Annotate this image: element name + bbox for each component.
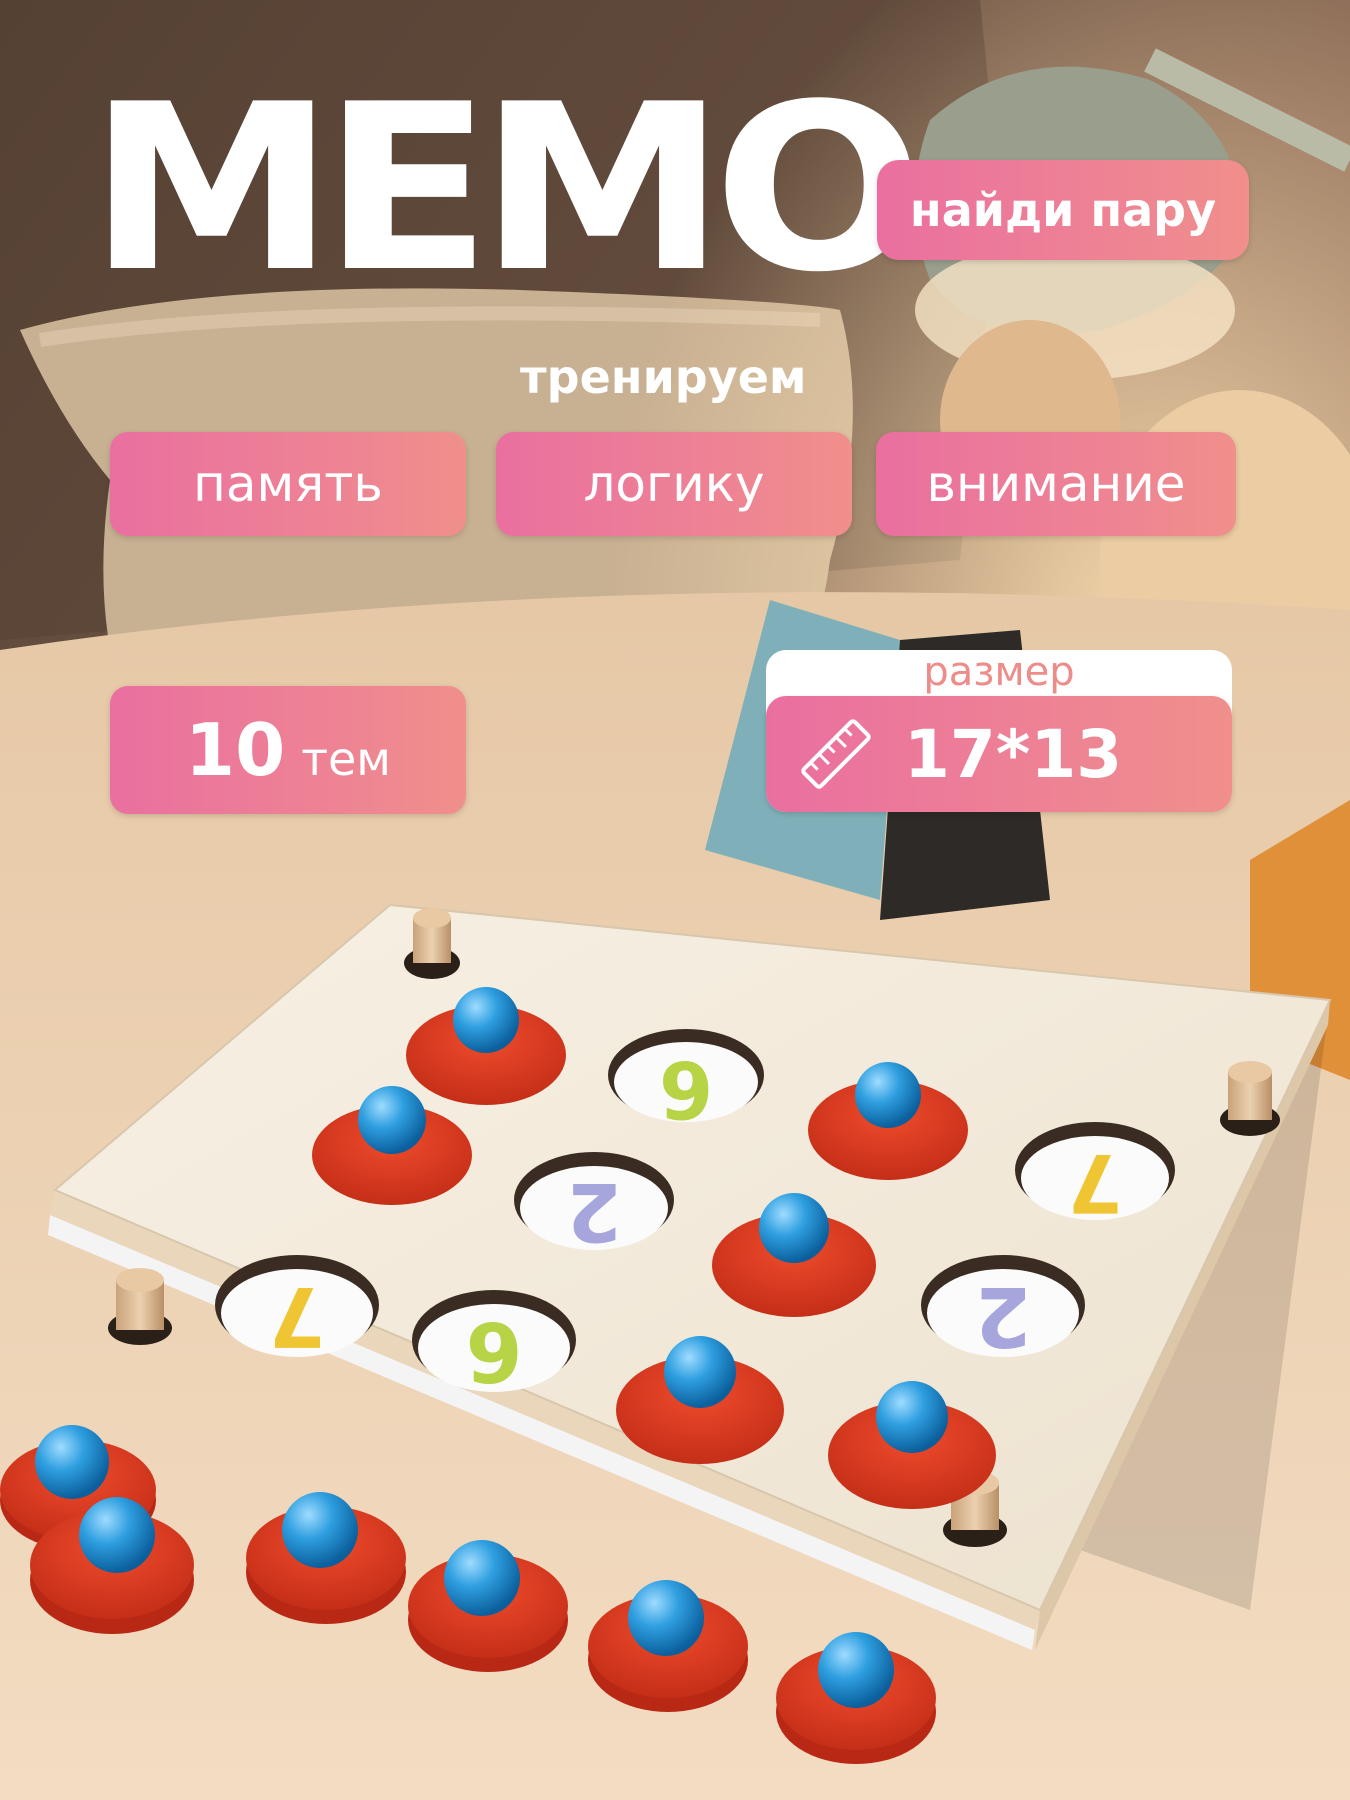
skill-label: внимание [926,455,1186,513]
ruler-icon [801,719,871,789]
product-title: МЕМО [88,56,924,323]
skill-pill-attention: внимание [876,432,1236,536]
subtitle-badge-text: найди пару [909,183,1217,237]
themes-number: 10 [184,708,286,792]
themes-pill: 10 тем [110,686,466,814]
skill-pill-logic: логику [496,432,852,536]
size-value-pill: 17*13 [766,696,1232,812]
subtitle-badge: найди пару [877,160,1249,260]
svg-text:7: 7 [1067,1136,1123,1229]
size-value: 17*13 [904,715,1123,793]
skill-label: память [193,455,383,513]
size-block: размер 17*13 [766,650,1232,812]
skill-pill-memory: память [110,432,466,536]
themes-unit: тем [301,732,391,786]
tagline: тренируем [520,350,807,404]
svg-text:2: 2 [974,1268,1031,1363]
svg-text:6: 6 [465,1303,522,1398]
svg-text:2: 2 [566,1165,622,1258]
skill-label: логику [583,455,765,513]
svg-text:7: 7 [268,1268,325,1363]
size-label: размер [923,649,1075,695]
svg-text:6: 6 [659,1043,713,1133]
